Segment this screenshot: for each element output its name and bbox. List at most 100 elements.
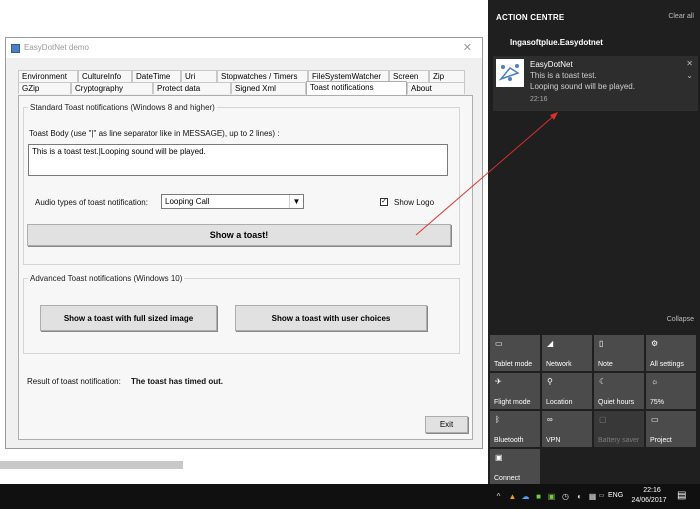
battery-icon: ▢ — [599, 415, 607, 424]
tile-label: VPN — [546, 437, 561, 444]
tile-network[interactable]: ◢ Network — [542, 335, 592, 371]
result-value: The toast has timed out. — [131, 377, 224, 386]
tab-protect-data[interactable]: Protect data — [153, 82, 231, 94]
full-image-toast-button[interactable]: Show a toast with full sized image — [40, 305, 217, 331]
clear-all-link[interactable]: Clear all — [668, 13, 694, 20]
notification-line-1: This is a toast test. — [530, 71, 597, 80]
sync-icon[interactable]: ◐ — [575, 492, 584, 501]
tile-brightness[interactable]: ☼ 75% — [646, 373, 696, 409]
tile-label: 75% — [650, 399, 665, 406]
location-icon: ⚲ — [547, 377, 553, 386]
clock-tray-icon[interactable]: ◷ — [561, 492, 570, 501]
clock-date[interactable]: 24/06/2017 — [629, 497, 669, 504]
tile-label: Battery saver — [598, 437, 640, 444]
network-tray-icon[interactable]: ▦ — [588, 492, 597, 501]
tab-datetime[interactable]: DateTime — [132, 70, 181, 82]
audio-type-select[interactable]: Looping Call ▼ — [161, 194, 304, 209]
tile-tablet-mode[interactable]: ▭ Tablet mode — [490, 335, 540, 371]
action-centre-icon[interactable]: ▤ — [677, 490, 686, 501]
notification-app-name: Ingasoftplue.Easydotnet — [510, 38, 603, 47]
collapse-link[interactable]: Collapse — [667, 316, 694, 323]
advanced-toast-legend: Advanced Toast notifications (Windows 10… — [30, 274, 183, 283]
tablet-icon: ▭ — [495, 339, 503, 348]
tile-flight-mode[interactable]: ✈ Flight mode — [490, 373, 540, 409]
toast-notification[interactable]: EasyDotNet This is a toast test. Looping… — [493, 56, 698, 111]
toast-body-input[interactable]: This is a toast test.|Looping sound will… — [28, 144, 448, 176]
app-tray-icon[interactable]: ■ — [534, 492, 543, 501]
tab-toast-notifications[interactable]: Toast notifications — [306, 81, 407, 95]
toast-body-label: Toast Body (use "|" as line separator li… — [29, 129, 280, 138]
tile-bluetooth[interactable]: ᛒ Bluetooth — [490, 411, 540, 447]
airplane-icon: ✈ — [495, 377, 502, 386]
window-title: EasyDotNet demo — [24, 43, 89, 52]
cloud-icon[interactable]: ☁ — [521, 492, 530, 501]
tile-project[interactable]: ▭ Project — [646, 411, 696, 447]
taskbar: ^ ▲ ☁ ■ ▣ ◷ ◐ ▦ ▭ ◀ ENG 22:16 24/06/2017… — [0, 484, 700, 509]
action-centre-title: ACTION CENTRE — [496, 13, 565, 22]
moon-icon: ☾ — [599, 377, 607, 386]
standard-toast-legend: Standard Toast notifications (Windows 8 … — [30, 103, 215, 112]
app-tray-icon-2[interactable]: ▣ — [547, 492, 556, 501]
notification-line-2: Looping sound will be played. — [530, 82, 635, 91]
app-window: EasyDotNet demo ✕ Environment CultureInf… — [5, 37, 483, 449]
window-titlebar[interactable]: EasyDotNet demo ✕ — [6, 38, 482, 58]
tab-uri[interactable]: Uri — [181, 70, 217, 82]
tile-label: Flight mode — [494, 399, 531, 406]
tile-connect[interactable]: ▣ Connect — [490, 449, 540, 485]
language-indicator[interactable]: ENG — [608, 492, 623, 499]
app-logo-icon — [496, 59, 524, 87]
chevron-down-icon[interactable]: ▼ — [289, 195, 303, 208]
tile-all-settings[interactable]: ⚙ All settings — [646, 335, 696, 371]
network-icon: ◢ — [547, 339, 554, 348]
tile-label: Tablet mode — [494, 361, 533, 368]
chevron-down-icon[interactable]: ⌄ — [686, 71, 693, 80]
tile-label: Bluetooth — [494, 437, 524, 444]
show-logo-checkbox[interactable]: ✓ — [380, 198, 388, 206]
tile-label: Note — [598, 361, 613, 368]
tab-signed-xml[interactable]: Signed Xml — [231, 82, 306, 94]
exit-button[interactable]: Exit — [425, 416, 468, 433]
tile-battery-saver[interactable]: ▢ Battery saver — [594, 411, 644, 447]
audio-type-label: Audio types of toast notification: — [35, 198, 148, 207]
notification-time: 22:16 — [530, 96, 548, 103]
gear-icon: ⚙ — [651, 339, 659, 348]
app-icon — [11, 44, 20, 53]
show-logo-label: Show Logo — [394, 198, 435, 207]
tab-zip[interactable]: Zip — [429, 70, 465, 82]
bluetooth-icon: ᛒ — [495, 415, 500, 424]
tab-stopwatches-timers[interactable]: Stopwatches / Timers — [217, 70, 308, 82]
close-icon[interactable]: ✕ — [686, 59, 693, 68]
vpn-icon: ∞ — [547, 415, 553, 424]
tab-cultureinfo[interactable]: CultureInfo — [78, 70, 132, 82]
user-choices-toast-button[interactable]: Show a toast with user choices — [235, 305, 427, 331]
tile-label: Location — [546, 399, 573, 406]
tile-vpn[interactable]: ∞ VPN — [542, 411, 592, 447]
chevron-up-icon[interactable]: ^ — [494, 492, 503, 501]
note-icon: ▯ — [599, 339, 604, 348]
audio-type-value: Looping Call — [165, 197, 210, 206]
connect-icon: ▣ — [495, 453, 503, 462]
tile-note[interactable]: ▯ Note — [594, 335, 644, 371]
vlc-icon[interactable]: ▲ — [508, 492, 517, 501]
result-label: Result of toast notification: — [27, 377, 121, 386]
battery-tray-icon[interactable]: ▭ — [597, 492, 606, 501]
action-centre: ACTION CENTRE Clear all Ingasoftplue.Eas… — [488, 0, 700, 485]
brightness-icon: ☼ — [651, 377, 659, 386]
show-toast-button[interactable]: Show a toast! — [27, 224, 451, 246]
tile-label: Quiet hours — [598, 399, 635, 406]
clock-time[interactable]: 22:16 — [637, 487, 667, 494]
tab-gzip[interactable]: GZip — [18, 82, 71, 94]
tab-cryptography[interactable]: Cryptography — [71, 82, 153, 94]
tile-quiet-hours[interactable]: ☾ Quiet hours — [594, 373, 644, 409]
tab-about[interactable]: About — [407, 82, 465, 94]
tile-label: Project — [650, 437, 672, 444]
project-icon: ▭ — [651, 415, 659, 424]
tile-label: Network — [546, 361, 572, 368]
close-icon[interactable]: ✕ — [463, 41, 472, 54]
tile-location[interactable]: ⚲ Location — [542, 373, 592, 409]
horizontal-scrollbar[interactable] — [0, 461, 183, 469]
tile-label: Connect — [494, 475, 521, 482]
tab-environment[interactable]: Environment — [18, 70, 78, 82]
notification-title: EasyDotNet — [530, 60, 573, 69]
tile-label: All settings — [650, 361, 684, 368]
